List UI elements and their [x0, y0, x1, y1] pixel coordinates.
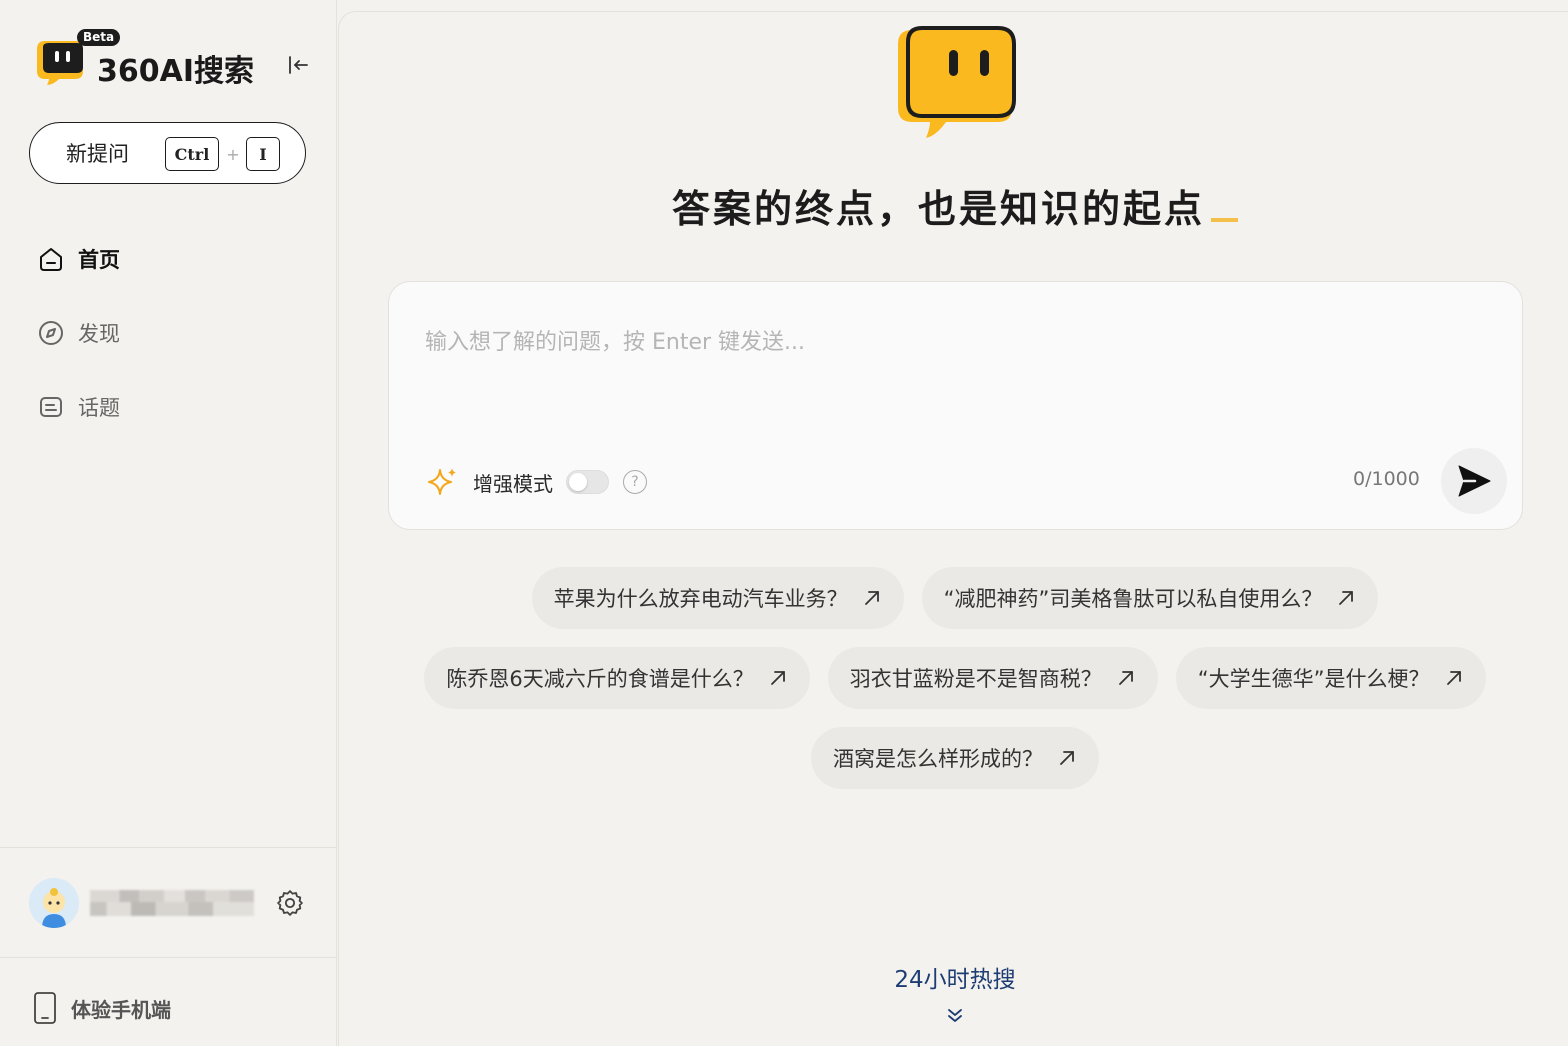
suggestion-row: 苹果为什么放弃电动汽车业务？ “减肥神药”司美格鲁肽可以私自使用么？	[339, 567, 1568, 629]
main-panel: 答案的终点，也是知识的起点 增强模式 ? 0/1000	[338, 11, 1568, 1046]
logo-text: 360AI搜索	[97, 54, 255, 89]
headline-text: 答案的终点，也是知识的起点	[671, 187, 1205, 231]
avatar[interactable]	[29, 878, 79, 928]
suggested-questions: 苹果为什么放弃电动汽车业务？ “减肥神药”司美格鲁肽可以私自使用么？ 陈乔恩6天…	[339, 567, 1568, 807]
sidebar-item-topics[interactable]: 话题	[37, 370, 317, 444]
double-chevron-down-icon[interactable]	[945, 1006, 965, 1026]
suggestion-text: 陈乔恩6天减六斤的食谱是什么？	[446, 667, 754, 691]
suggestion-row: 酒窝是怎么样形成的？	[339, 727, 1568, 789]
logo-mascot-icon	[37, 41, 83, 85]
beta-badge: Beta	[77, 29, 121, 46]
compass-icon	[37, 319, 65, 347]
suggestion-text: 苹果为什么放弃电动汽车业务？	[553, 587, 848, 611]
new-question-button[interactable]: 新提问 Ctrl + I	[29, 122, 306, 184]
typing-cursor	[1211, 218, 1238, 222]
arrow-up-right-icon	[1057, 748, 1077, 768]
send-button[interactable]	[1441, 448, 1507, 514]
hot-search-link[interactable]: 24小时热搜	[339, 960, 1568, 994]
mobile-app-link[interactable]: 体验手机端	[33, 990, 171, 1026]
suggestion-text: 酒窝是怎么样形成的？	[833, 747, 1043, 771]
toggle-knob	[569, 473, 587, 491]
sidebar-nav: 首页 发现 话题	[37, 222, 317, 444]
arrow-up-right-icon	[1444, 668, 1464, 688]
suggestion-row: 陈乔恩6天减六斤的食谱是什么？ 羽衣甘蓝粉是不是智商税？ “大学生德华”是什么梗…	[339, 647, 1568, 709]
suggestion-chip[interactable]: “大学生德华”是什么梗？	[1175, 647, 1486, 709]
suggestion-text: “大学生德华”是什么梗？	[1197, 667, 1430, 691]
shortcut-i-key: I	[246, 137, 280, 171]
suggestion-chip[interactable]: “减肥神药”司美格鲁肽可以私自使用么？	[921, 567, 1379, 629]
collapse-sidebar-button[interactable]	[284, 51, 312, 79]
arrow-up-right-icon	[768, 668, 788, 688]
arrow-up-right-icon	[862, 588, 882, 608]
sidebar-item-label: 话题	[78, 396, 120, 420]
search-input[interactable]	[425, 322, 1485, 362]
mobile-app-label: 体验手机端	[71, 997, 171, 1022]
suggestion-chip[interactable]: 陈乔恩6天减六斤的食谱是什么？	[424, 647, 810, 709]
sparkle-icon	[428, 468, 456, 495]
logo[interactable]: Beta 360AI搜索	[33, 26, 263, 90]
search-box: 增强模式 ? 0/1000	[388, 281, 1523, 530]
enhance-mode-row: 增强模式 ?	[427, 466, 647, 498]
username-redacted	[90, 890, 254, 916]
char-count: 0/1000	[1353, 468, 1420, 490]
topic-icon	[37, 393, 65, 421]
home-icon	[37, 245, 65, 273]
app-root: Beta 360AI搜索 新提问 Ctrl + I 首页 发现 话题 体验手机端…	[0, 0, 1568, 1046]
shortcut-plus: +	[226, 137, 240, 171]
sidebar-item-home[interactable]: 首页	[37, 222, 317, 296]
sidebar-item-label: 首页	[78, 248, 120, 272]
suggestion-chip[interactable]: 羽衣甘蓝粉是不是智商税？	[827, 647, 1158, 709]
collapse-left-icon	[289, 56, 308, 74]
arrow-up-right-icon	[1336, 588, 1356, 608]
sidebar-divider	[0, 847, 337, 848]
mascot-logo-icon	[898, 26, 1016, 138]
suggestion-chip[interactable]: 苹果为什么放弃电动汽车业务？	[531, 567, 904, 629]
arrow-up-right-icon	[1116, 668, 1136, 688]
shortcut-ctrl-key: Ctrl	[165, 137, 219, 171]
sidebar-item-label: 发现	[78, 322, 120, 346]
sidebar: Beta 360AI搜索 新提问 Ctrl + I 首页 发现 话题 体验手机端	[0, 0, 337, 1046]
new-question-label: 新提问	[66, 142, 129, 166]
enhance-mode-toggle[interactable]	[566, 470, 609, 494]
enhance-mode-label: 增强模式	[473, 471, 553, 496]
suggestion-chip[interactable]: 酒窝是怎么样形成的？	[811, 727, 1099, 789]
gear-icon	[277, 890, 303, 916]
help-icon[interactable]: ?	[623, 470, 647, 494]
page-headline: 答案的终点，也是知识的起点	[339, 178, 1568, 233]
suggestion-text: 羽衣甘蓝粉是不是智商税？	[849, 667, 1102, 691]
suggestion-text: “减肥神药”司美格鲁肽可以私自使用么？	[943, 587, 1323, 611]
send-icon	[1458, 465, 1491, 497]
settings-button[interactable]	[274, 887, 306, 919]
phone-icon	[34, 992, 56, 1024]
sidebar-item-discover[interactable]: 发现	[37, 296, 317, 370]
sidebar-divider	[0, 957, 337, 958]
user-profile	[29, 877, 314, 929]
